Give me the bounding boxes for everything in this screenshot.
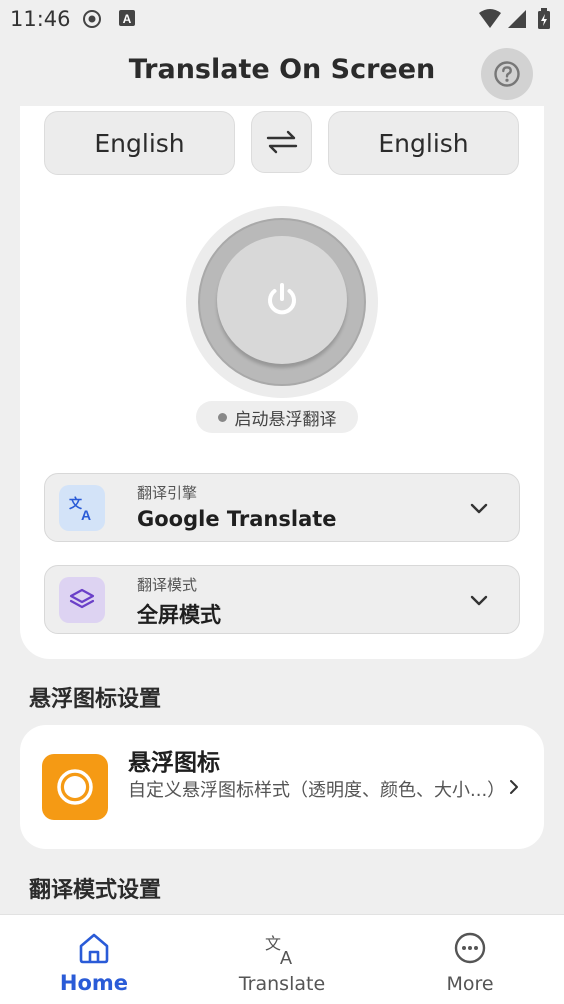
float-settings-heading: 悬浮图标设置 xyxy=(29,687,162,712)
translate-icon: 文 A xyxy=(59,485,105,531)
power-icon xyxy=(268,283,296,315)
float-item-title: 悬浮图标 xyxy=(128,750,220,776)
status-dot xyxy=(217,412,227,422)
screen: 11:46 A Translate On Screen English Engl… xyxy=(0,0,564,1004)
help-button[interactable] xyxy=(481,48,533,100)
target-language-button[interactable]: English xyxy=(328,111,519,175)
engine-label: 翻译引擎 xyxy=(137,484,198,502)
help-icon xyxy=(494,61,520,87)
power-status-label: 启动悬浮翻译 xyxy=(234,409,337,430)
svg-text:A: A xyxy=(280,948,292,967)
layers-icon xyxy=(59,577,105,623)
home-icon xyxy=(79,933,109,964)
battery-icon xyxy=(538,8,550,29)
translator-card: English English 启动悬浮翻译 文 A 翻译引擎 Google T… xyxy=(20,106,544,659)
nav-more-label: More xyxy=(446,973,494,995)
chevron-down-icon xyxy=(470,503,488,514)
page-title: Translate On Screen xyxy=(128,54,436,85)
status-indicators xyxy=(479,8,550,29)
floating-bubble-icon xyxy=(42,754,108,820)
float-item-description: 自定义悬浮图标样式（透明度、颜色、大小...） xyxy=(128,780,506,801)
nav-translate-label: Translate xyxy=(238,973,326,995)
svg-text:A: A xyxy=(81,507,91,523)
swap-languages-button[interactable] xyxy=(251,111,312,173)
app-notification-icon: A xyxy=(119,10,135,26)
chevron-right-icon xyxy=(510,780,518,794)
signal-icon xyxy=(508,10,526,28)
power-status-badge: 启动悬浮翻译 xyxy=(196,401,358,433)
mode-value: 全屏模式 xyxy=(137,603,221,627)
translation-engine-select[interactable]: 文 A 翻译引擎 Google Translate xyxy=(44,473,520,542)
bottom-navigation: Home 文 A Translate More xyxy=(0,914,564,1004)
svg-text:A: A xyxy=(123,12,132,26)
translate-icon: 文 A xyxy=(265,934,292,967)
media-notification-icon xyxy=(83,10,101,28)
mode-settings-heading: 翻译模式设置 xyxy=(29,878,162,903)
engine-value: Google Translate xyxy=(137,507,337,531)
power-button[interactable] xyxy=(217,236,347,364)
nav-home[interactable]: Home xyxy=(0,915,188,1004)
nav-more[interactable]: More xyxy=(376,915,564,1004)
float-icon-settings-item[interactable]: 悬浮图标 自定义悬浮图标样式（透明度、颜色、大小...） xyxy=(20,725,544,849)
more-icon xyxy=(454,932,486,964)
svg-text:文: 文 xyxy=(265,934,281,953)
nav-home-label: Home xyxy=(59,971,129,995)
nav-translate[interactable]: 文 A Translate xyxy=(188,915,376,1004)
swap-icon xyxy=(266,130,297,154)
translation-mode-select[interactable]: 翻译模式 全屏模式 xyxy=(44,565,520,634)
status-bar: 11:46 A xyxy=(0,0,564,38)
chevron-down-icon xyxy=(470,595,488,606)
status-time: 11:46 xyxy=(10,7,71,31)
source-language-button[interactable]: English xyxy=(44,111,235,175)
mode-label: 翻译模式 xyxy=(137,576,198,594)
wifi-icon xyxy=(479,9,501,28)
